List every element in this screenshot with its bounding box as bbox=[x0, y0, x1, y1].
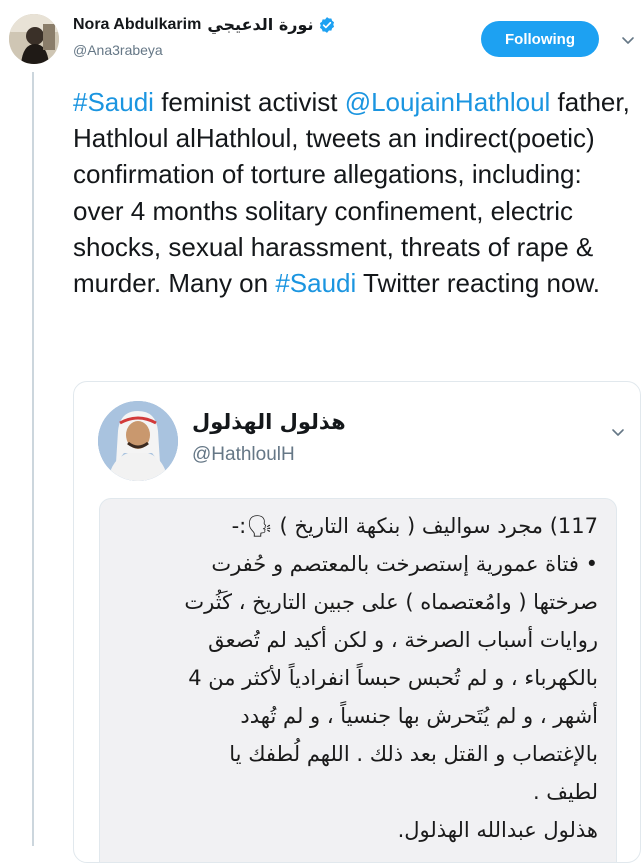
quoted-tweet-image[interactable]: 117) مجرد سواليف ( بنكهة التاريخ ) 🗣:- • … bbox=[99, 498, 617, 862]
chevron-down-icon[interactable] bbox=[610, 424, 626, 440]
quoted-image-line: بالكهرباء ، و لم تُحبس حبساً انفرادياً ل… bbox=[188, 666, 598, 690]
tweet-text-segment: father, Hathloul alHathloul, tweets an i… bbox=[73, 87, 630, 299]
tweet-text-segment: Twitter reacting now. bbox=[356, 268, 601, 299]
thread-line bbox=[32, 72, 34, 846]
quoted-tweet-card[interactable]: هذلول الهذلول @HathloulH 117) مجرد سوالي… bbox=[73, 381, 641, 863]
quoted-image-line: روايات أسباب الصرخة ، و لكن أكيد لم تُصع… bbox=[208, 628, 598, 652]
tweet-text: #Saudi feminist activist @LoujainHathlou… bbox=[73, 84, 633, 301]
quoted-image-line: • فتاة عمورية إستصرخت بالمعتصم و حُفرت bbox=[211, 552, 598, 576]
following-button[interactable]: Following bbox=[481, 21, 599, 57]
chevron-down-icon[interactable] bbox=[620, 32, 636, 48]
author-display-name[interactable]: Nora Abdulkarim bbox=[73, 16, 201, 34]
author-arabic-name[interactable]: نورة الدعيجي bbox=[207, 15, 313, 34]
quoted-author-name[interactable]: هذلول الهذلول bbox=[192, 410, 346, 434]
quoted-author-handle[interactable]: @HathloulH bbox=[192, 444, 295, 466]
quoted-image-line: 117) مجرد سواليف ( بنكهة التاريخ ) 🗣:- bbox=[231, 514, 598, 538]
author-handle[interactable]: @Ana3rabeya bbox=[73, 42, 163, 58]
tweet-text-segment: feminist activist bbox=[153, 87, 345, 117]
verified-badge-icon bbox=[318, 16, 336, 34]
quoted-image-line: لطيف . bbox=[532, 780, 598, 804]
quoted-image-line: بالإغتصاب و القتل بعد ذلك . اللهم لُطفك … bbox=[229, 742, 598, 766]
tweet-link[interactable]: #Saudi bbox=[73, 87, 154, 117]
tweet-link[interactable]: #Saudi bbox=[275, 268, 356, 298]
quoted-image-line: صرختها ( وامُعتصماه ) على جبين التاريخ ،… bbox=[184, 590, 598, 614]
quoted-image-line: هذلول عبدالله الهذلول. bbox=[397, 818, 598, 842]
quoted-author-avatar[interactable] bbox=[98, 401, 178, 481]
author-avatar[interactable] bbox=[9, 14, 59, 64]
tweet-link[interactable]: @LoujainHathloul bbox=[345, 87, 551, 117]
quoted-image-line: أشهر ، و لم يُتَحرش بها جنسياً ، و لم تُ… bbox=[240, 704, 598, 728]
quoted-image-text: 117) مجرد سواليف ( بنكهة التاريخ ) 🗣:- • … bbox=[100, 499, 616, 849]
